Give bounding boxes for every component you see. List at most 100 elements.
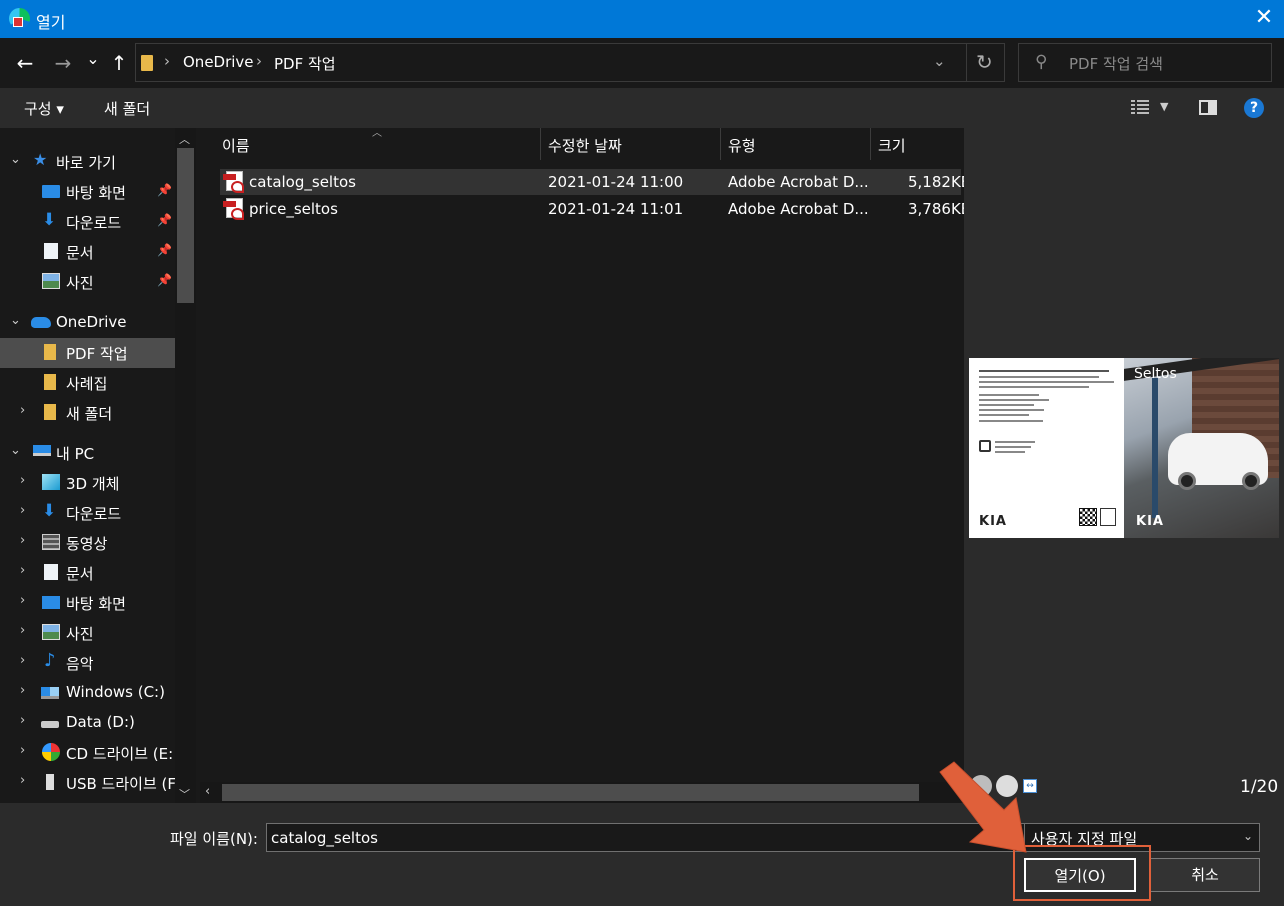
forward-arrow-icon[interactable]: →: [50, 50, 76, 76]
pin-icon: 📌: [157, 273, 172, 287]
recent-locations-chevron-icon[interactable]: ⌄: [84, 46, 102, 72]
sort-ascending-icon: ︿: [372, 128, 382, 139]
scroll-down-chevron-icon[interactable]: ﹀: [179, 786, 190, 802]
nav-music[interactable]: › ♪ 음악: [0, 648, 175, 678]
collapsed-chevron-icon[interactable]: ›: [20, 563, 25, 578]
new-folder-button[interactable]: 새 폴더: [104, 98, 150, 119]
file-row[interactable]: catalog_seltos 2021-01-24 11:00 Adobe Ac…: [220, 169, 971, 195]
car-wheel: [1242, 472, 1260, 490]
column-header-name[interactable]: 이름: [222, 135, 250, 156]
nav-pictures[interactable]: 사진 📌: [0, 267, 175, 297]
nav-videos[interactable]: › 동영상: [0, 528, 175, 558]
preview-page-back-cover: KIA: [969, 358, 1124, 538]
pdf-file-icon: [223, 171, 244, 193]
certification-mark-icon: [1100, 508, 1116, 526]
expanded-chevron-icon[interactable]: ⌄: [10, 443, 21, 458]
column-divider[interactable]: [870, 128, 871, 160]
nav-label: Windows (C:): [66, 683, 165, 701]
nav-label: 3D 개체: [66, 475, 120, 493]
cancel-button[interactable]: 취소: [1150, 858, 1260, 892]
back-arrow-icon[interactable]: ←: [12, 50, 38, 76]
breadcrumb-separator-icon: ›: [164, 52, 170, 70]
nav-pc-pictures[interactable]: › 사진: [0, 618, 175, 648]
expanded-chevron-icon[interactable]: ⌄: [10, 313, 21, 328]
nav-new-folder[interactable]: › 새 폴더: [0, 398, 175, 428]
up-arrow-icon[interactable]: ↑: [107, 50, 131, 76]
nav-quick-access[interactable]: ⌄ ★ 바로 가기: [0, 147, 175, 177]
collapsed-chevron-icon[interactable]: ›: [20, 683, 25, 698]
filename-input[interactable]: [266, 823, 1026, 852]
organize-menu-button[interactable]: 구성 ▾: [24, 98, 64, 119]
collapsed-chevron-icon[interactable]: ›: [20, 713, 25, 728]
nav-pdf-folder[interactable]: PDF 작업: [0, 338, 175, 368]
nav-documents[interactable]: 문서 📌: [0, 237, 175, 267]
scroll-left-chevron-icon[interactable]: ‹: [205, 784, 210, 799]
nav-drive-d[interactable]: › Data (D:): [0, 708, 175, 738]
file-name: price_seltos: [249, 200, 338, 218]
breadcrumb-onedrive[interactable]: OneDrive: [183, 53, 254, 71]
nav-label: PDF 작업: [66, 345, 128, 363]
view-dropdown-chevron-icon[interactable]: ▼: [1160, 100, 1168, 113]
nav-pc-downloads[interactable]: › ⬇ 다운로드: [0, 498, 175, 528]
document-icon: [44, 564, 58, 580]
title-bar: [0, 0, 1284, 38]
address-dropdown-chevron-icon[interactable]: ⌄: [933, 52, 946, 70]
cloud-icon: [31, 317, 51, 328]
nav-label: 내 PC: [56, 445, 95, 463]
file-row[interactable]: price_seltos 2021-01-24 11:01 Adobe Acro…: [220, 196, 971, 222]
pin-icon: 📌: [157, 243, 172, 257]
column-divider[interactable]: [540, 128, 541, 160]
column-header-type[interactable]: 유형: [728, 135, 756, 156]
expanded-chevron-icon[interactable]: ⌄: [10, 152, 21, 167]
nav-this-pc[interactable]: ⌄ 내 PC: [0, 438, 175, 468]
sidebar-scroll-thumb[interactable]: [177, 148, 194, 303]
nav-pc-desktop[interactable]: › 바탕 화면: [0, 588, 175, 618]
collapsed-chevron-icon[interactable]: ›: [20, 593, 25, 608]
nav-label: CD 드라이브 (E:: [66, 745, 174, 763]
collapsed-chevron-icon[interactable]: ›: [20, 653, 25, 668]
file-list: [200, 128, 961, 803]
nav-downloads[interactable]: ⬇ 다운로드 📌: [0, 207, 175, 237]
collapsed-chevron-icon[interactable]: ›: [20, 623, 25, 638]
search-box[interactable]: ⚲ PDF 작업 검색: [1018, 43, 1272, 82]
folder-icon: [141, 55, 153, 71]
nav-onedrive[interactable]: ⌄ OneDrive: [0, 308, 175, 338]
nav-cd-drive[interactable]: › CD 드라이브 (E:: [0, 738, 175, 768]
nav-casebook-folder[interactable]: 사례집: [0, 368, 175, 398]
edge-app-icon: [9, 8, 30, 29]
nav-label: 동영상: [66, 535, 108, 553]
scroll-up-chevron-icon[interactable]: ︿: [179, 131, 190, 147]
search-placeholder: PDF 작업 검색: [1069, 55, 1163, 73]
nav-drive-c[interactable]: › Windows (C:): [0, 678, 175, 708]
view-options-icon[interactable]: [1131, 100, 1149, 116]
collapsed-chevron-icon[interactable]: ›: [20, 743, 25, 758]
nav-pc-documents[interactable]: › 문서: [0, 558, 175, 588]
breadcrumb-pdf-folder[interactable]: PDF 작업: [274, 53, 336, 74]
close-icon[interactable]: ✕: [1251, 5, 1277, 31]
horizontal-scroll-thumb[interactable]: [222, 784, 919, 801]
help-icon[interactable]: ?: [1244, 98, 1264, 118]
nav-usb-drive[interactable]: › USB 드라이브 (F: [0, 768, 176, 798]
nav-3d-objects[interactable]: › 3D 개체: [0, 468, 175, 498]
download-arrow-icon: ⬇: [42, 501, 57, 521]
file-date: 2021-01-24 11:01: [548, 200, 684, 218]
nav-label: 새 폴더: [66, 405, 113, 423]
file-size: 5,182KB: [908, 173, 972, 191]
collapsed-chevron-icon[interactable]: ›: [20, 473, 25, 488]
collapsed-chevron-icon[interactable]: ›: [20, 533, 25, 548]
nav-label: 사진: [66, 625, 94, 643]
collapsed-chevron-icon[interactable]: ›: [20, 773, 25, 788]
column-header-date[interactable]: 수정한 날짜: [548, 135, 622, 156]
film-icon: [42, 534, 60, 550]
column-header-size[interactable]: 크기: [878, 135, 906, 156]
column-divider[interactable]: [720, 128, 721, 160]
address-bar[interactable]: › OneDrive › PDF 작업 ⌄ ↻: [135, 43, 1005, 82]
nav-desktop[interactable]: 바탕 화면 📌: [0, 177, 175, 207]
refresh-icon[interactable]: ↻: [976, 50, 993, 74]
preview-pane-icon[interactable]: [1199, 100, 1217, 115]
cd-icon: [42, 743, 60, 761]
collapsed-chevron-icon[interactable]: ›: [20, 503, 25, 518]
collapsed-chevron-icon[interactable]: ›: [20, 403, 25, 418]
cover-title: Seltos: [1134, 366, 1177, 382]
nav-label: 문서: [66, 565, 94, 583]
